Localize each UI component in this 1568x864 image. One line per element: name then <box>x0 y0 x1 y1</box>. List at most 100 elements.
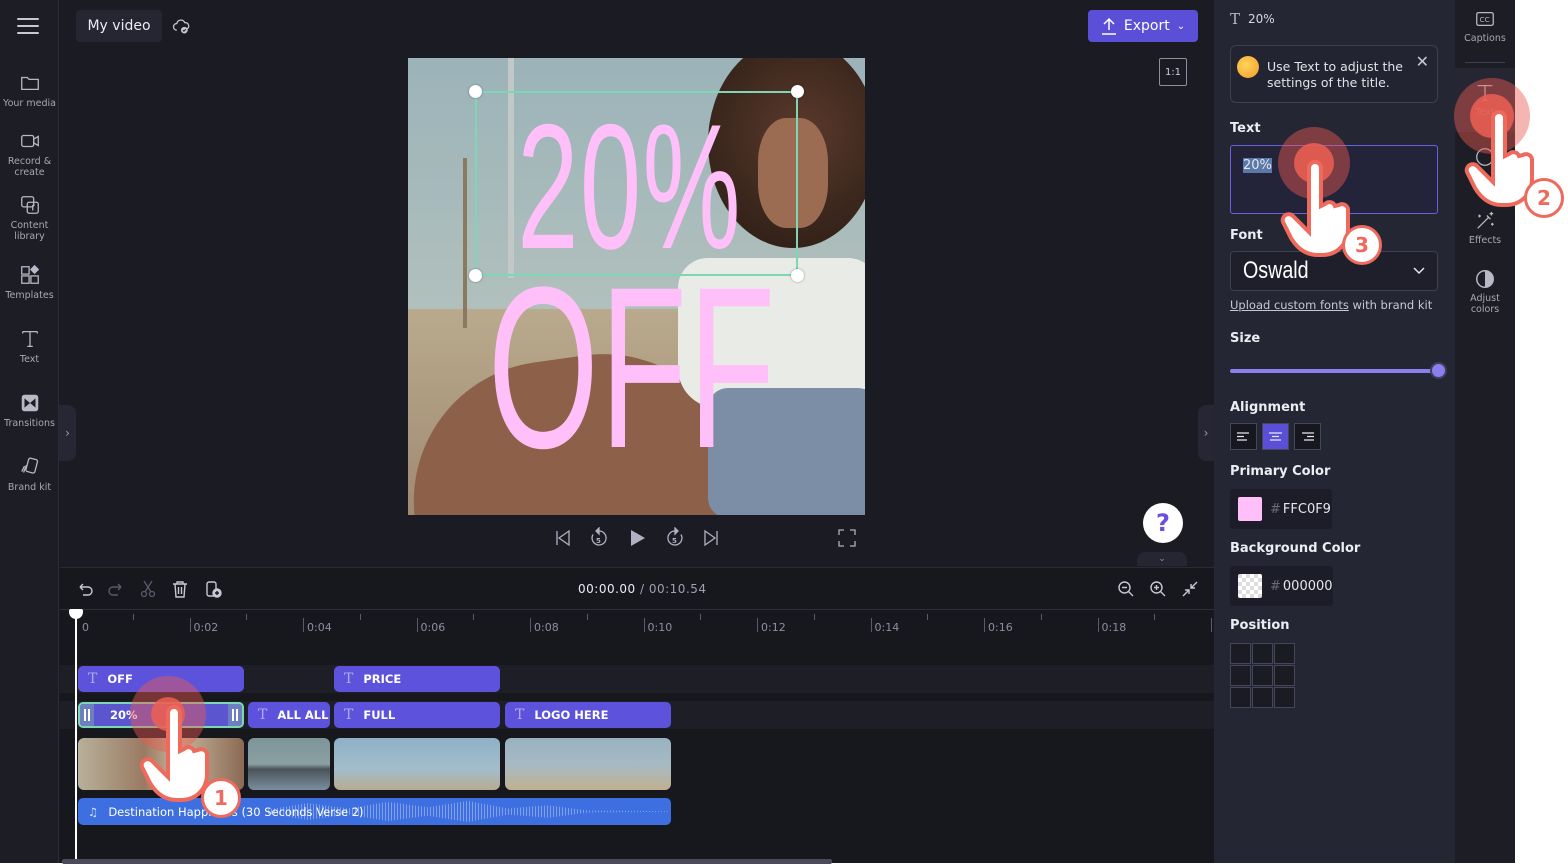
position-top-center[interactable] <box>1252 643 1273 664</box>
forward-5-icon[interactable]: 5 <box>664 527 686 549</box>
aspect-ratio-button[interactable]: 1:1 <box>1159 58 1187 86</box>
right-rail: CC Captions Text Effects Adjust colors <box>1455 0 1515 863</box>
rail-item-fade[interactable] <box>1455 146 1515 171</box>
time-ruler[interactable]: 0 0:02 0:04 0:06 0:08 0:10 0:12 0:14 0:16 0:18 <box>60 609 1214 634</box>
chevron-right-icon: › <box>65 426 70 440</box>
upload-custom-fonts-link[interactable]: Upload custom fonts <box>1230 298 1349 312</box>
resize-handle-top-left[interactable] <box>469 85 482 98</box>
position-bottom-center[interactable] <box>1252 687 1273 708</box>
position-middle-left[interactable] <box>1230 665 1251 686</box>
position-middle-right[interactable] <box>1274 665 1295 686</box>
video-clip-2[interactable] <box>248 738 330 790</box>
text-clip-20-selected[interactable]: 20% <box>78 702 244 728</box>
text-clip-all[interactable]: T ALL ALL A <box>248 702 330 728</box>
ruler-tick <box>303 618 304 632</box>
ruler-tick <box>984 618 985 632</box>
align-left-button[interactable] <box>1230 423 1257 450</box>
position-bottom-right[interactable] <box>1274 687 1295 708</box>
rail-item-captions[interactable]: CC Captions <box>1455 8 1515 44</box>
align-center-button[interactable] <box>1262 423 1289 450</box>
expand-sidebar-button[interactable]: › <box>59 405 76 461</box>
size-slider-thumb[interactable] <box>1430 362 1447 379</box>
zoom-in-icon[interactable] <box>1149 580 1167 598</box>
fade-icon <box>1476 148 1494 166</box>
sidebar-item-transitions[interactable]: Transitions <box>0 392 59 429</box>
zoom-out-icon[interactable] <box>1117 580 1135 598</box>
text-clip-logo-here[interactable]: T LOGO HERE <box>505 702 671 728</box>
timeline-scrollbar[interactable] <box>62 859 832 864</box>
text-clip-full[interactable]: T FULL <box>334 702 500 728</box>
export-button[interactable]: Export ⌄ <box>1088 10 1198 42</box>
position-top-left[interactable] <box>1230 643 1251 664</box>
primary-color-picker[interactable]: # FFC0F9 <box>1230 489 1332 529</box>
redo-icon[interactable] <box>107 580 125 598</box>
audio-clip[interactable]: ♫ Destination Happiness (30 Seconds Vers… <box>78 798 671 825</box>
rail-item-adjust-colors[interactable]: Adjust colors <box>1455 268 1515 315</box>
close-icon[interactable]: ✕ <box>1416 52 1429 71</box>
position-bottom-left[interactable] <box>1230 687 1251 708</box>
sidebar-item-record-create[interactable]: Record & create <box>0 130 59 178</box>
skip-to-end-icon[interactable] <box>700 527 722 549</box>
ruler-tick <box>530 618 531 632</box>
ruler-label: 0:10 <box>647 621 673 634</box>
collapse-properties-button[interactable]: › <box>1198 405 1214 461</box>
help-button[interactable]: ? <box>1143 503 1183 543</box>
sidebar-item-your-media[interactable]: Your media <box>0 72 59 109</box>
rewind-5-icon[interactable]: 5 <box>588 527 610 549</box>
resize-handle-bottom-left[interactable] <box>469 269 482 282</box>
resize-handle-top-right[interactable] <box>791 85 804 98</box>
clip-label: 20% <box>110 708 138 722</box>
background-color-picker[interactable]: # 000000 <box>1230 566 1333 606</box>
adjust-colors-icon <box>1476 270 1494 288</box>
video-editor: Your media Record & create Content libra… <box>0 0 1568 864</box>
text-selection-box[interactable] <box>475 91 798 276</box>
ruler-tick <box>1211 618 1212 632</box>
collapse-help-button[interactable]: ⌄ <box>1137 552 1187 566</box>
ruler-label: 0:18 <box>1101 621 1127 634</box>
undo-icon[interactable] <box>76 580 94 598</box>
position-top-right[interactable] <box>1274 643 1295 664</box>
play-icon[interactable] <box>626 527 648 549</box>
project-title[interactable]: My video <box>76 10 162 42</box>
text-clip-price[interactable]: T PRICE <box>334 666 500 692</box>
sidebar-item-brand-kit[interactable]: Brand kit <box>0 456 59 493</box>
sidebar-item-text[interactable]: Text <box>0 328 59 365</box>
position-center[interactable] <box>1252 665 1273 686</box>
sidebar-item-label: Your media <box>3 98 56 109</box>
position-label: Position <box>1230 618 1290 633</box>
sidebar-item-content-library[interactable]: Content library <box>0 194 59 242</box>
fullscreen-icon[interactable] <box>836 527 858 549</box>
sidebar-item-templates[interactable]: Templates <box>0 264 59 301</box>
delete-icon[interactable] <box>171 580 189 598</box>
playhead[interactable] <box>75 609 77 864</box>
ruler-minor-tick <box>132 614 134 620</box>
align-right-button[interactable] <box>1294 423 1321 450</box>
text-input[interactable]: 20% <box>1230 145 1438 214</box>
video-clip-4[interactable] <box>505 738 671 790</box>
rail-item-effects[interactable]: Effects <box>1455 210 1515 246</box>
video-clip-3[interactable] <box>334 738 500 790</box>
panel-title: 20% <box>1248 12 1275 26</box>
transparent-swatch[interactable] <box>1238 574 1262 598</box>
add-to-timeline-icon[interactable] <box>204 580 222 598</box>
skip-to-start-icon[interactable] <box>552 527 574 549</box>
size-label: Size <box>1230 331 1261 346</box>
text-clip-off[interactable]: T OFF <box>78 666 244 692</box>
video-clip-1[interactable] <box>78 738 244 790</box>
resize-handle-bottom-right[interactable] <box>791 269 804 282</box>
rail-item-text[interactable]: Text <box>1455 82 1515 118</box>
font-dropdown[interactable]: Oswald <box>1230 251 1438 291</box>
rail-item-label: Adjust colors <box>1470 293 1500 315</box>
hamburger-menu-icon[interactable] <box>17 18 39 34</box>
size-slider[interactable] <box>1230 369 1438 373</box>
trim-handle-left[interactable] <box>80 704 94 726</box>
preview-text-off[interactable]: OFF <box>488 253 776 483</box>
scissors-icon[interactable] <box>139 580 157 598</box>
video-preview[interactable]: 20% OFF <box>408 58 865 515</box>
total-time: / 00:10.54 <box>640 582 707 596</box>
fit-timeline-icon[interactable] <box>1181 580 1199 598</box>
ruler-minor-tick <box>700 614 702 620</box>
primary-color-swatch[interactable] <box>1238 497 1262 521</box>
trim-handle-right[interactable] <box>228 704 242 726</box>
text-icon: T <box>1230 10 1241 28</box>
